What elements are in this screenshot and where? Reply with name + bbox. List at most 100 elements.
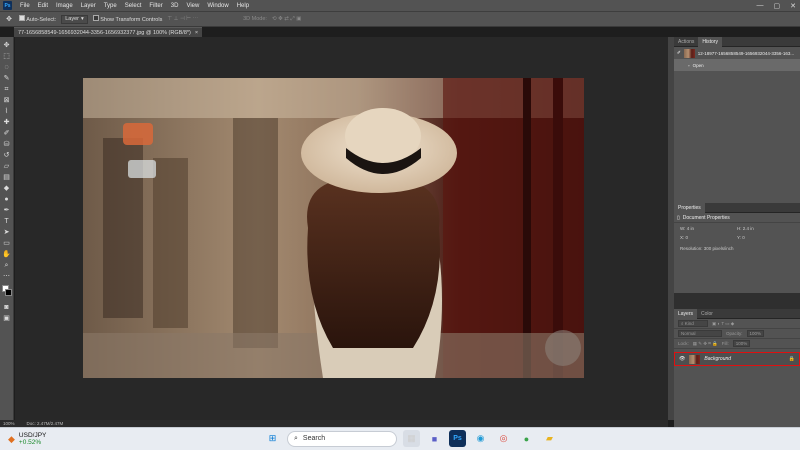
opacity-field[interactable]: 100% xyxy=(746,330,765,337)
type-tool-icon[interactable]: T xyxy=(2,216,12,226)
maximize-button[interactable]: ▢ xyxy=(774,2,781,10)
zoom-level[interactable]: 100% xyxy=(3,421,15,426)
brush-tool-icon[interactable]: ✐ xyxy=(2,128,12,138)
lock-icons[interactable]: ▦ ✎ ✥ ⌗ 🔒 xyxy=(693,341,718,347)
frame-tool-icon[interactable]: ⊠ xyxy=(2,95,12,105)
menu-edit[interactable]: Edit xyxy=(34,3,52,9)
history-state-open[interactable]: ▫ Open xyxy=(674,59,800,71)
menu-window[interactable]: Window xyxy=(203,3,232,9)
crop-tool-icon[interactable]: ⌗ xyxy=(2,84,12,94)
pen-tool-icon[interactable]: ✒ xyxy=(2,205,12,215)
width-field[interactable]: W: 4 in xyxy=(680,226,737,231)
healing-tool-icon[interactable]: ✚ xyxy=(2,117,12,127)
transform-checkbox[interactable] xyxy=(92,15,99,21)
document-image[interactable] xyxy=(83,78,584,378)
zoom-tool-icon[interactable]: ⌕ xyxy=(2,260,12,270)
right-panels: Actions History ✐ 12-18977-1656858549-16… xyxy=(674,36,800,430)
auto-select-dropdown[interactable]: Layer ▾ xyxy=(61,14,88,24)
layer-thumbnail xyxy=(689,354,701,364)
menu-layer[interactable]: Layer xyxy=(77,3,100,9)
y-field[interactable]: Y: 0 xyxy=(737,235,794,240)
history-panel: ✐ 12-18977-1656858549-1656932044-3356-16… xyxy=(674,47,800,203)
lasso-tool-icon[interactable]: ◌ xyxy=(2,62,12,72)
auto-select-checkbox[interactable] xyxy=(19,15,25,21)
align-icons[interactable]: ⊤ ⊥ ⊣ ⊢ ⋯ xyxy=(167,16,198,22)
tab-layers[interactable]: Layers xyxy=(674,308,698,319)
window-controls: — ▢ ✕ xyxy=(757,0,797,11)
color-swatches[interactable] xyxy=(1,285,12,297)
move-tool-icon[interactable]: ✥ xyxy=(2,40,12,50)
properties-grid: W: 4 in H: 2.4 in X: 0 Y: 0 xyxy=(674,223,800,243)
menu-3d[interactable]: 3D xyxy=(167,3,183,9)
rectangle-tool-icon[interactable]: ▭ xyxy=(2,238,12,248)
auto-select-label: Auto-Select: xyxy=(26,17,57,23)
layer-row-background[interactable]: 👁 Background 🔒 xyxy=(674,352,800,366)
tab-color[interactable]: Color xyxy=(697,309,717,319)
screen-mode-icon[interactable]: ▣ xyxy=(2,313,12,323)
file-explorer-icon[interactable]: ▰ xyxy=(541,430,558,447)
menu-image[interactable]: Image xyxy=(52,3,77,9)
fill-field[interactable]: 100% xyxy=(732,340,751,347)
ticker-widget[interactable]: ◆ USD/JPY +0.52% xyxy=(0,432,46,446)
resolution-text: Resolution: 300 pixels/inch xyxy=(680,246,734,251)
menu-type[interactable]: Type xyxy=(100,3,121,9)
path-select-tool-icon[interactable]: ➤ xyxy=(2,227,12,237)
task-view-icon[interactable]: ▦ xyxy=(403,430,420,447)
auto-select-toggle[interactable]: Auto-Select: xyxy=(19,15,56,23)
gradient-tool-icon[interactable]: ▤ xyxy=(2,172,12,182)
kind-filter[interactable]: ⌕ Kind xyxy=(678,320,708,327)
coc-coc-browser-icon[interactable]: ● xyxy=(518,430,535,447)
document-title: 77-1656858549-1656932044-3356-1656932377… xyxy=(18,29,191,36)
dodge-tool-icon[interactable]: ● xyxy=(2,194,12,204)
quick-select-tool-icon[interactable]: ✎ xyxy=(2,73,12,83)
menu-filter[interactable]: Filter xyxy=(145,3,166,9)
layer-filter-row: ⌕ Kind ▣ ◐ T ▭ ◆ xyxy=(674,319,800,329)
3d-mode-icons[interactable]: ⟲ ✥ ⇄ ⤢ ▣ xyxy=(272,16,302,23)
photo-illustration xyxy=(83,78,584,378)
x-value: 0 xyxy=(685,235,689,240)
background-color[interactable] xyxy=(4,289,12,296)
quick-mask-icon[interactable]: ◙ xyxy=(2,302,12,312)
menu-help[interactable]: Help xyxy=(233,3,253,9)
opacity-label: Opacity: xyxy=(726,331,743,336)
more-tools-icon[interactable]: ⋯ xyxy=(2,271,12,281)
windows-start-icon[interactable]: ⊞ xyxy=(264,430,281,447)
blur-tool-icon[interactable]: ◆ xyxy=(2,183,12,193)
taskbar-apps: ⊞ ⌕ Search ▦ ■ Ps ◉ ◎ ● ▰ xyxy=(264,430,558,447)
tab-properties[interactable]: Properties xyxy=(674,202,705,213)
transform-controls-toggle[interactable]: Show Transform Controls xyxy=(92,15,162,23)
photoshop-app-icon[interactable]: Ps xyxy=(449,430,466,447)
menu-select[interactable]: Select xyxy=(121,3,146,9)
marquee-tool-icon[interactable]: ⬚ xyxy=(2,51,12,61)
edge-icon[interactable]: ◉ xyxy=(472,430,489,447)
chrome-icon[interactable]: ◎ xyxy=(495,430,512,447)
history-brush-icon[interactable]: ↺ xyxy=(2,150,12,160)
hand-tool-icon[interactable]: ✋ xyxy=(2,249,12,259)
brush-icon: ✐ xyxy=(677,50,681,55)
menu-view[interactable]: View xyxy=(182,3,203,9)
stamp-tool-icon[interactable]: ⛁ xyxy=(2,139,12,149)
properties-panel: ▯ Document Properties W: 4 in H: 2.4 in … xyxy=(674,213,800,293)
tab-history[interactable]: History xyxy=(698,36,722,47)
snapshot-label: 12-18977-1656858549-1656932044-3356-163.… xyxy=(697,50,795,56)
teams-icon[interactable]: ■ xyxy=(426,430,443,447)
taskbar-search[interactable]: ⌕ Search xyxy=(287,430,397,447)
document-tab[interactable]: 77-1656858549-1656932044-3356-1656932377… xyxy=(14,27,203,37)
x-field[interactable]: X: 0 xyxy=(680,235,737,240)
eyedropper-tool-icon[interactable]: ⌇ xyxy=(2,106,12,116)
history-snapshot[interactable]: ✐ 12-18977-1656858549-1656932044-3356-16… xyxy=(674,47,800,59)
height-field[interactable]: H: 2.4 in xyxy=(737,226,794,231)
filter-icons[interactable]: ▣ ◐ T ▭ ◆ xyxy=(712,321,734,327)
menu-file[interactable]: File xyxy=(16,3,34,9)
move-tool-icon[interactable]: ✥ xyxy=(4,14,14,24)
close-button[interactable]: ✕ xyxy=(790,2,796,10)
minimize-button[interactable]: — xyxy=(757,2,764,9)
properties-panel-tabs: Properties xyxy=(674,202,800,213)
doc-size[interactable]: Doc: 2.47M/2.47M xyxy=(27,421,64,426)
eraser-tool-icon[interactable]: ▱ xyxy=(2,161,12,171)
visibility-eye-icon[interactable]: 👁 xyxy=(679,356,685,362)
search-label: Search xyxy=(302,435,326,442)
tab-actions[interactable]: Actions xyxy=(674,37,698,47)
blend-mode-select[interactable]: Normal xyxy=(678,330,722,337)
close-tab-icon[interactable]: × xyxy=(195,30,198,36)
